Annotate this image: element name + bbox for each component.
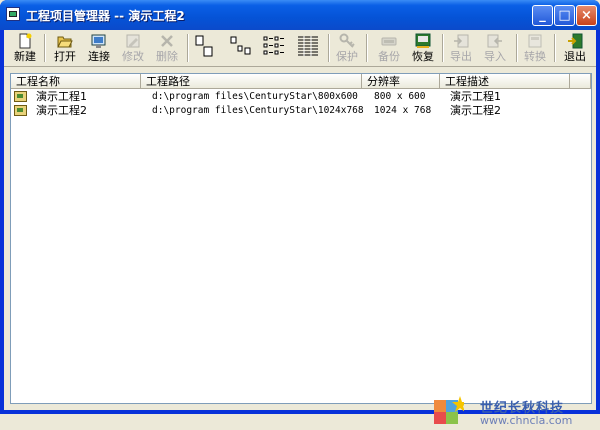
exit-icon — [567, 33, 583, 49]
table-row[interactable]: 演示工程1 d:\program files\CenturyStar\800x6… — [11, 90, 571, 104]
open-button[interactable]: 打开 — [50, 31, 80, 65]
details-view-icon — [298, 36, 318, 56]
connect-button[interactable]: 连接 — [84, 31, 114, 65]
import-button[interactable]: 导入 — [480, 31, 510, 65]
export-button[interactable]: 导出 — [446, 31, 476, 65]
small-icons-view-button[interactable] — [228, 34, 252, 58]
column-header-label: 分辨率 — [367, 75, 400, 88]
column-header-path[interactable]: 工程路径 — [141, 74, 362, 89]
logo-mark-icon — [434, 396, 464, 424]
toolbar-separator — [328, 34, 330, 62]
export-icon — [453, 33, 469, 49]
column-header-label: 工程描述 — [445, 75, 489, 88]
project-path: d:\program files\CenturyStar\1024x768 — [152, 105, 364, 116]
protect-label: 保护 — [336, 50, 358, 63]
small-icons-view-icon — [230, 36, 251, 55]
toolbar: 新建 打开 连接 修改 删除 保护 备份 恢复 导出 导入 转换 退出 — [4, 30, 596, 67]
column-header-filler — [570, 74, 591, 89]
connect-icon — [91, 33, 107, 49]
delete-label: 删除 — [156, 50, 178, 63]
close-icon: × — [581, 8, 592, 23]
toolbar-separator — [442, 34, 444, 62]
minimize-button[interactable]: _ — [532, 5, 553, 26]
column-header-label: 工程名称 — [16, 75, 60, 88]
project-description: 演示工程1 — [450, 90, 501, 103]
list-view-icon — [263, 36, 284, 55]
project-list[interactable]: 工程名称 工程路径 分辨率 工程描述 演示工程1 d:\program file… — [10, 73, 592, 404]
large-icons-view-icon — [195, 35, 213, 57]
edit-icon — [125, 33, 141, 49]
project-path: d:\program files\CenturyStar\800x600 — [152, 91, 358, 102]
exit-label: 退出 — [564, 50, 586, 63]
details-view-button[interactable] — [296, 34, 320, 58]
protect-button[interactable]: 保护 — [332, 31, 362, 65]
open-folder-icon — [57, 33, 73, 49]
import-label: 导入 — [484, 50, 506, 63]
toolbar-separator — [554, 34, 556, 62]
backup-icon — [381, 33, 397, 49]
app-window: 工程项目管理器 -- 演示工程2 _ □ × 新建 打开 连接 修改 删除 保护… — [0, 0, 600, 427]
maximize-button[interactable]: □ — [554, 5, 575, 26]
export-label: 导出 — [450, 50, 472, 63]
close-button[interactable]: × — [576, 5, 597, 26]
project-icon — [14, 91, 27, 102]
import-icon — [487, 33, 503, 49]
key-icon — [339, 33, 355, 49]
delete-button[interactable]: 删除 — [152, 31, 182, 65]
column-header-description[interactable]: 工程描述 — [440, 74, 570, 89]
minimize-icon: _ — [539, 8, 546, 23]
delete-icon — [159, 33, 175, 49]
toolbar-separator — [187, 34, 189, 62]
toolbar-separator — [44, 34, 46, 62]
restore-label: 恢复 — [412, 50, 434, 63]
client-area: 新建 打开 连接 修改 删除 保护 备份 恢复 导出 导入 转换 退出 工程名称… — [4, 30, 596, 427]
project-resolution: 1024 x 768 — [374, 105, 432, 116]
restore-icon — [415, 33, 431, 49]
new-file-icon — [17, 33, 33, 49]
large-icons-view-button[interactable] — [194, 34, 218, 58]
logo-url: www.chncla.com — [480, 414, 573, 427]
list-view-button[interactable] — [262, 34, 286, 58]
list-header: 工程名称 工程路径 分辨率 工程描述 — [11, 74, 591, 90]
title-bar[interactable]: 工程项目管理器 -- 演示工程2 _ □ × — [0, 0, 600, 30]
project-resolution: 800 x 600 — [374, 91, 426, 102]
backup-label: 备份 — [378, 50, 400, 63]
new-label: 新建 — [14, 50, 36, 63]
edit-button[interactable]: 修改 — [118, 31, 148, 65]
watermark-logo: 世纪长秋科技 www.chncla.com — [434, 392, 594, 430]
project-description: 演示工程2 — [450, 104, 501, 117]
column-header-label: 工程路径 — [146, 75, 190, 88]
edit-label: 修改 — [122, 50, 144, 63]
window-title: 工程项目管理器 -- 演示工程2 — [26, 9, 185, 23]
restore-button[interactable]: 恢复 — [408, 31, 438, 65]
project-icon — [14, 105, 27, 116]
column-header-name[interactable]: 工程名称 — [11, 74, 141, 89]
backup-button[interactable]: 备份 — [374, 31, 404, 65]
new-button[interactable]: 新建 — [10, 31, 40, 65]
convert-label: 转换 — [524, 50, 546, 63]
toolbar-separator — [516, 34, 518, 62]
project-name: 演示工程1 — [36, 90, 87, 103]
project-name: 演示工程2 — [36, 104, 87, 117]
open-label: 打开 — [54, 50, 76, 63]
app-icon — [6, 7, 20, 21]
convert-button[interactable]: 转换 — [520, 31, 550, 65]
table-row[interactable]: 演示工程2 d:\program files\CenturyStar\1024x… — [11, 104, 571, 118]
toolbar-separator — [366, 34, 368, 62]
maximize-icon: □ — [558, 8, 571, 23]
column-header-resolution[interactable]: 分辨率 — [362, 74, 440, 89]
connect-label: 连接 — [88, 50, 110, 63]
exit-button[interactable]: 退出 — [560, 31, 590, 65]
convert-icon — [527, 33, 543, 49]
